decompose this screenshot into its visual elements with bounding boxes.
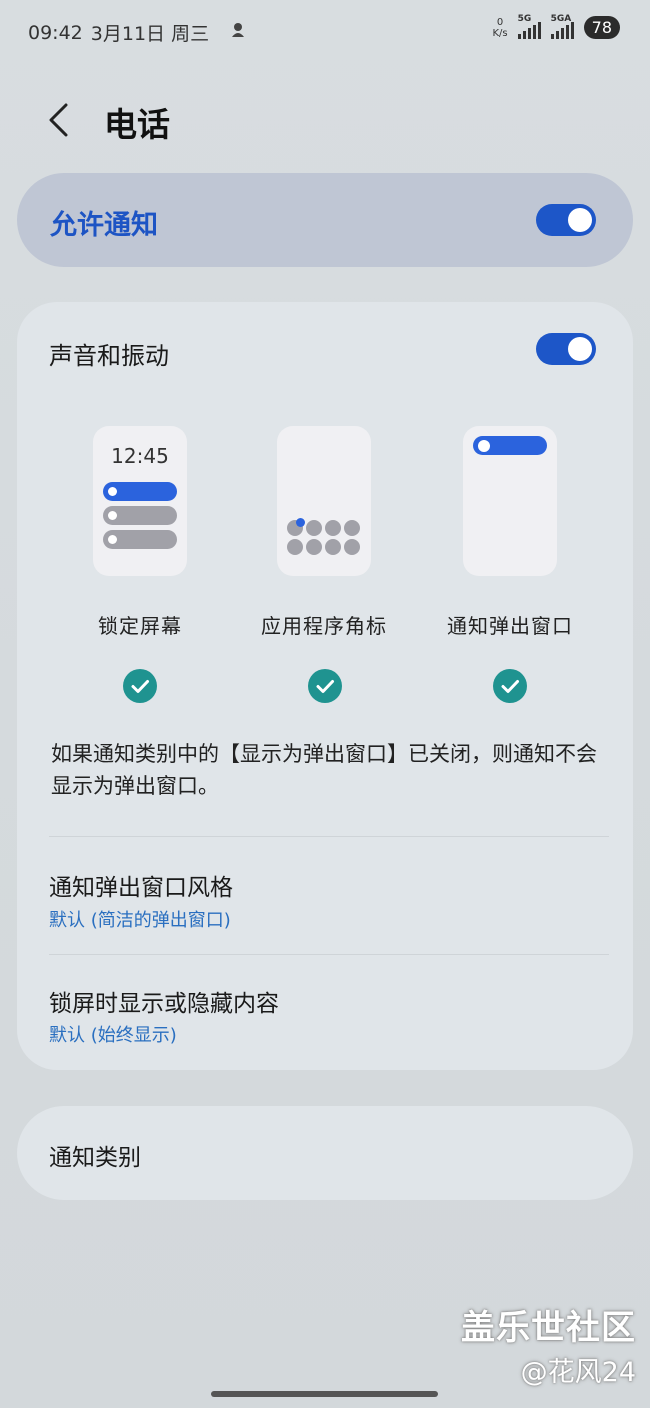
preview-time: 12:45 xyxy=(111,444,169,468)
lockscreen-content-title[interactable]: 锁屏时显示或隐藏内容 xyxy=(49,984,279,1018)
status-date: 3月11日 周三 xyxy=(90,23,210,45)
sound-vibration-label: 声音和振动 xyxy=(49,342,169,370)
status-left: 09:42 3月11日 周三 xyxy=(28,19,247,46)
lock-screen-preview[interactable]: 12:45 xyxy=(93,426,187,576)
lockscreen-content-value: 默认 (始终显示) xyxy=(49,1025,177,1046)
popup-style-title[interactable]: 通知弹出窗口风格 xyxy=(49,868,233,902)
app-badge-label: 应用程序角标 xyxy=(261,614,387,638)
back-icon[interactable] xyxy=(44,102,72,138)
top-bar: 电话 xyxy=(0,90,650,150)
page-title: 电话 xyxy=(104,105,170,144)
notification-categories-row[interactable]: 通知类别 xyxy=(17,1106,633,1200)
divider xyxy=(49,954,609,955)
net-speed: 0 K/s xyxy=(492,16,508,39)
status-time: 09:42 xyxy=(28,21,83,44)
allow-notifications-label: 允许通知 xyxy=(50,210,158,241)
divider xyxy=(49,836,609,837)
lock-screen-label: 锁定屏幕 xyxy=(98,614,182,638)
status-right: 0 K/s 5G 5GA 78 xyxy=(492,14,620,39)
status-bar: 09:42 3月11日 周三 0 K/s 5G 5GA 78 xyxy=(0,0,650,62)
signal-icon: 5G xyxy=(517,14,541,39)
battery-icon: 78 xyxy=(583,16,620,39)
signal-icon-2: 5GA xyxy=(550,14,574,39)
notification-categories-label: 通知类别 xyxy=(49,1145,141,1171)
lock-screen-check-icon[interactable] xyxy=(123,669,157,703)
app-badge-check-icon[interactable] xyxy=(308,669,342,703)
watermark-site: 盖乐世社区 xyxy=(461,1308,636,1348)
popup-label: 通知弹出窗口 xyxy=(447,614,573,638)
home-indicator[interactable] xyxy=(211,1391,438,1397)
popup-info-text: 如果通知类别中的【显示为弹出窗口】已关闭，则通知不会显示为弹出窗口。 xyxy=(51,742,597,798)
allow-notifications-toggle[interactable] xyxy=(536,204,596,236)
allow-notifications-row[interactable]: 允许通知 xyxy=(17,173,633,267)
notification-settings-card: 声音和振动 12:45 锁定屏幕 应用程序角标 通知弹出窗口 如果通知类别中的【… xyxy=(17,302,633,1070)
popup-style-value: 默认 (简洁的弹出窗口) xyxy=(49,910,231,931)
badge-dot xyxy=(296,518,305,527)
watermark-author: @花风24 xyxy=(520,1357,636,1388)
popup-check-icon[interactable] xyxy=(493,669,527,703)
sound-vibration-toggle[interactable] xyxy=(536,333,596,365)
app-badge-preview[interactable] xyxy=(277,426,371,576)
popup-preview[interactable] xyxy=(463,426,557,576)
notification-icon xyxy=(229,21,247,44)
